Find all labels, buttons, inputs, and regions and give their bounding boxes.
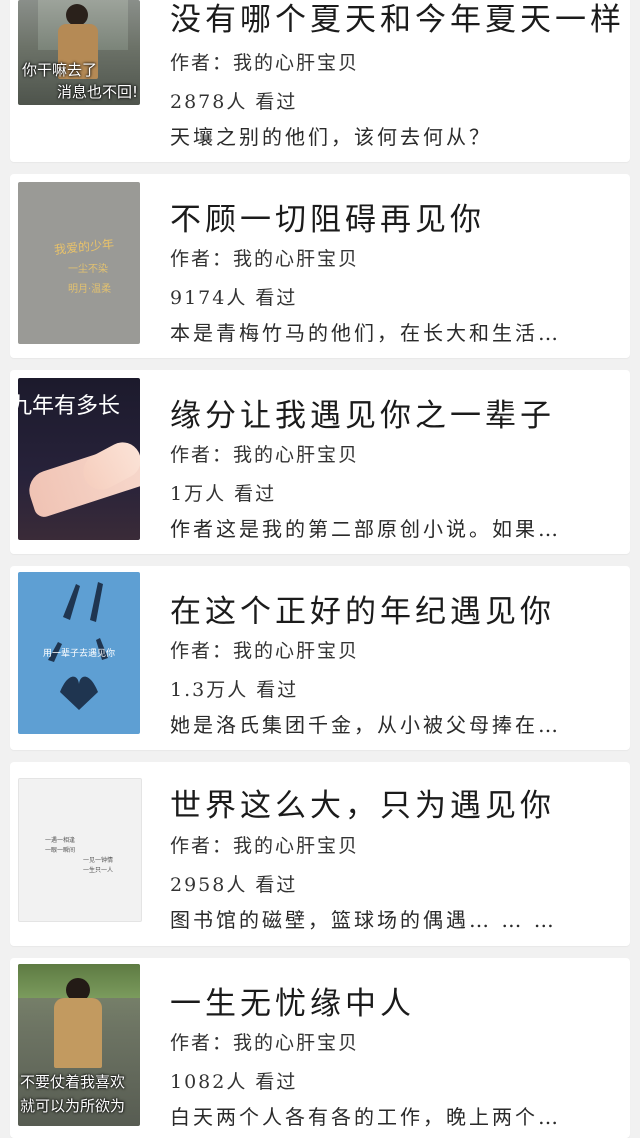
book-views: 1.3万人 看过 <box>170 679 299 701</box>
book-list: 你干嘛去了 消息也不回! 没有哪个夏天和今年夏天一样 作者：我的心肝宝贝 287… <box>0 0 640 1138</box>
book-views: 2958人 看过 <box>170 874 298 896</box>
book-card[interactable]: 九年有多长 缘分让我遇见你之一辈子 作者：我的心肝宝贝 1万人 看过 作者这是我… <box>10 370 630 554</box>
cover-caption: 你干嘛去了 <box>22 61 98 79</box>
cover-line: 一见一钟情 <box>83 857 114 864</box>
book-card[interactable]: 不要仗着我喜欢 就可以为所欲为 一生无忧缘中人 作者：我的心肝宝贝 1082人 … <box>10 958 630 1138</box>
cover-person-body <box>54 998 102 1068</box>
book-author: 作者：我的心肝宝贝 <box>170 52 360 74</box>
book-author: 作者：我的心肝宝贝 <box>170 248 360 270</box>
book-cover[interactable]: 用一辈子去遇见你 <box>18 572 140 734</box>
cover-person-head <box>66 4 88 26</box>
book-description: 本是青梅竹马的他们，在长大和生活… <box>170 321 561 345</box>
cover-line: 我爱的少年 <box>53 236 115 258</box>
book-title[interactable]: 不顾一切阻碍再见你 <box>170 200 485 240</box>
book-card[interactable]: 一遇一相逢 一眼一瞬间 一见一钟情 一生只一人 世界这么大，只为遇见你 作者：我… <box>10 762 630 946</box>
book-cover[interactable]: 你干嘛去了 消息也不回! <box>18 0 140 105</box>
book-cover[interactable]: 一遇一相逢 一眼一瞬间 一见一钟情 一生只一人 <box>18 778 142 922</box>
book-views: 9174人 看过 <box>170 287 298 309</box>
book-description: 她是洛氏集团千金，从小被父母捧在… <box>170 713 561 737</box>
book-author: 作者：我的心肝宝贝 <box>170 835 360 857</box>
book-author: 作者：我的心肝宝贝 <box>170 444 360 466</box>
cover-headline: 九年有多长 <box>18 394 121 419</box>
book-description: 图书馆的磁壁，篮球场的偶遇… … … <box>170 908 557 932</box>
book-card[interactable]: 我爱的少年 一尘不染 明月·温柔 不顾一切阻碍再见你 作者：我的心肝宝贝 917… <box>10 174 630 358</box>
cover-band: 用一辈子去遇见你 <box>42 649 115 659</box>
book-description: 天壤之别的他们，该何去何从？ <box>170 125 492 149</box>
book-description: 白天两个人各有各的工作，晚上两个… <box>170 1105 561 1129</box>
book-views: 2878人 看过 <box>170 91 298 113</box>
book-description: 作者这是我的第二部原创小说。如果… <box>170 517 561 541</box>
book-views: 1082人 看过 <box>170 1071 298 1093</box>
book-views: 1万人 看过 <box>170 483 277 505</box>
book-title[interactable]: 缘分让我遇见你之一辈子 <box>170 396 555 436</box>
cover-caption: 就可以为所欲为 <box>20 1097 126 1115</box>
cover-line: 明月·温柔 <box>68 284 112 295</box>
cover-line: 一尘不染 <box>68 264 108 275</box>
book-card[interactable]: 用一辈子去遇见你 在这个正好的年纪遇见你 作者：我的心肝宝贝 1.3万人 看过 … <box>10 566 630 750</box>
cover-caption: 消息也不回! <box>56 83 138 101</box>
book-title[interactable]: 没有哪个夏天和今年夏天一样 <box>170 0 625 40</box>
cover-line: 一眼一瞬间 <box>45 847 76 854</box>
book-cover[interactable]: 九年有多长 <box>18 378 140 540</box>
book-title[interactable]: 一生无忧缘中人 <box>170 984 415 1024</box>
book-author: 作者：我的心肝宝贝 <box>170 1032 360 1054</box>
cover-caption: 不要仗着我喜欢 <box>20 1073 126 1091</box>
book-cover[interactable]: 我爱的少年 一尘不染 明月·温柔 <box>18 182 140 344</box>
cover-line: 一生只一人 <box>83 867 114 874</box>
book-author: 作者：我的心肝宝贝 <box>170 640 360 662</box>
cover-line: 一遇一相逢 <box>45 837 76 844</box>
book-title[interactable]: 在这个正好的年纪遇见你 <box>170 592 555 632</box>
book-card[interactable]: 你干嘛去了 消息也不回! 没有哪个夏天和今年夏天一样 作者：我的心肝宝贝 287… <box>10 0 630 162</box>
book-title[interactable]: 世界这么大，只为遇见你 <box>170 786 555 826</box>
book-cover[interactable]: 不要仗着我喜欢 就可以为所欲为 <box>18 964 140 1126</box>
